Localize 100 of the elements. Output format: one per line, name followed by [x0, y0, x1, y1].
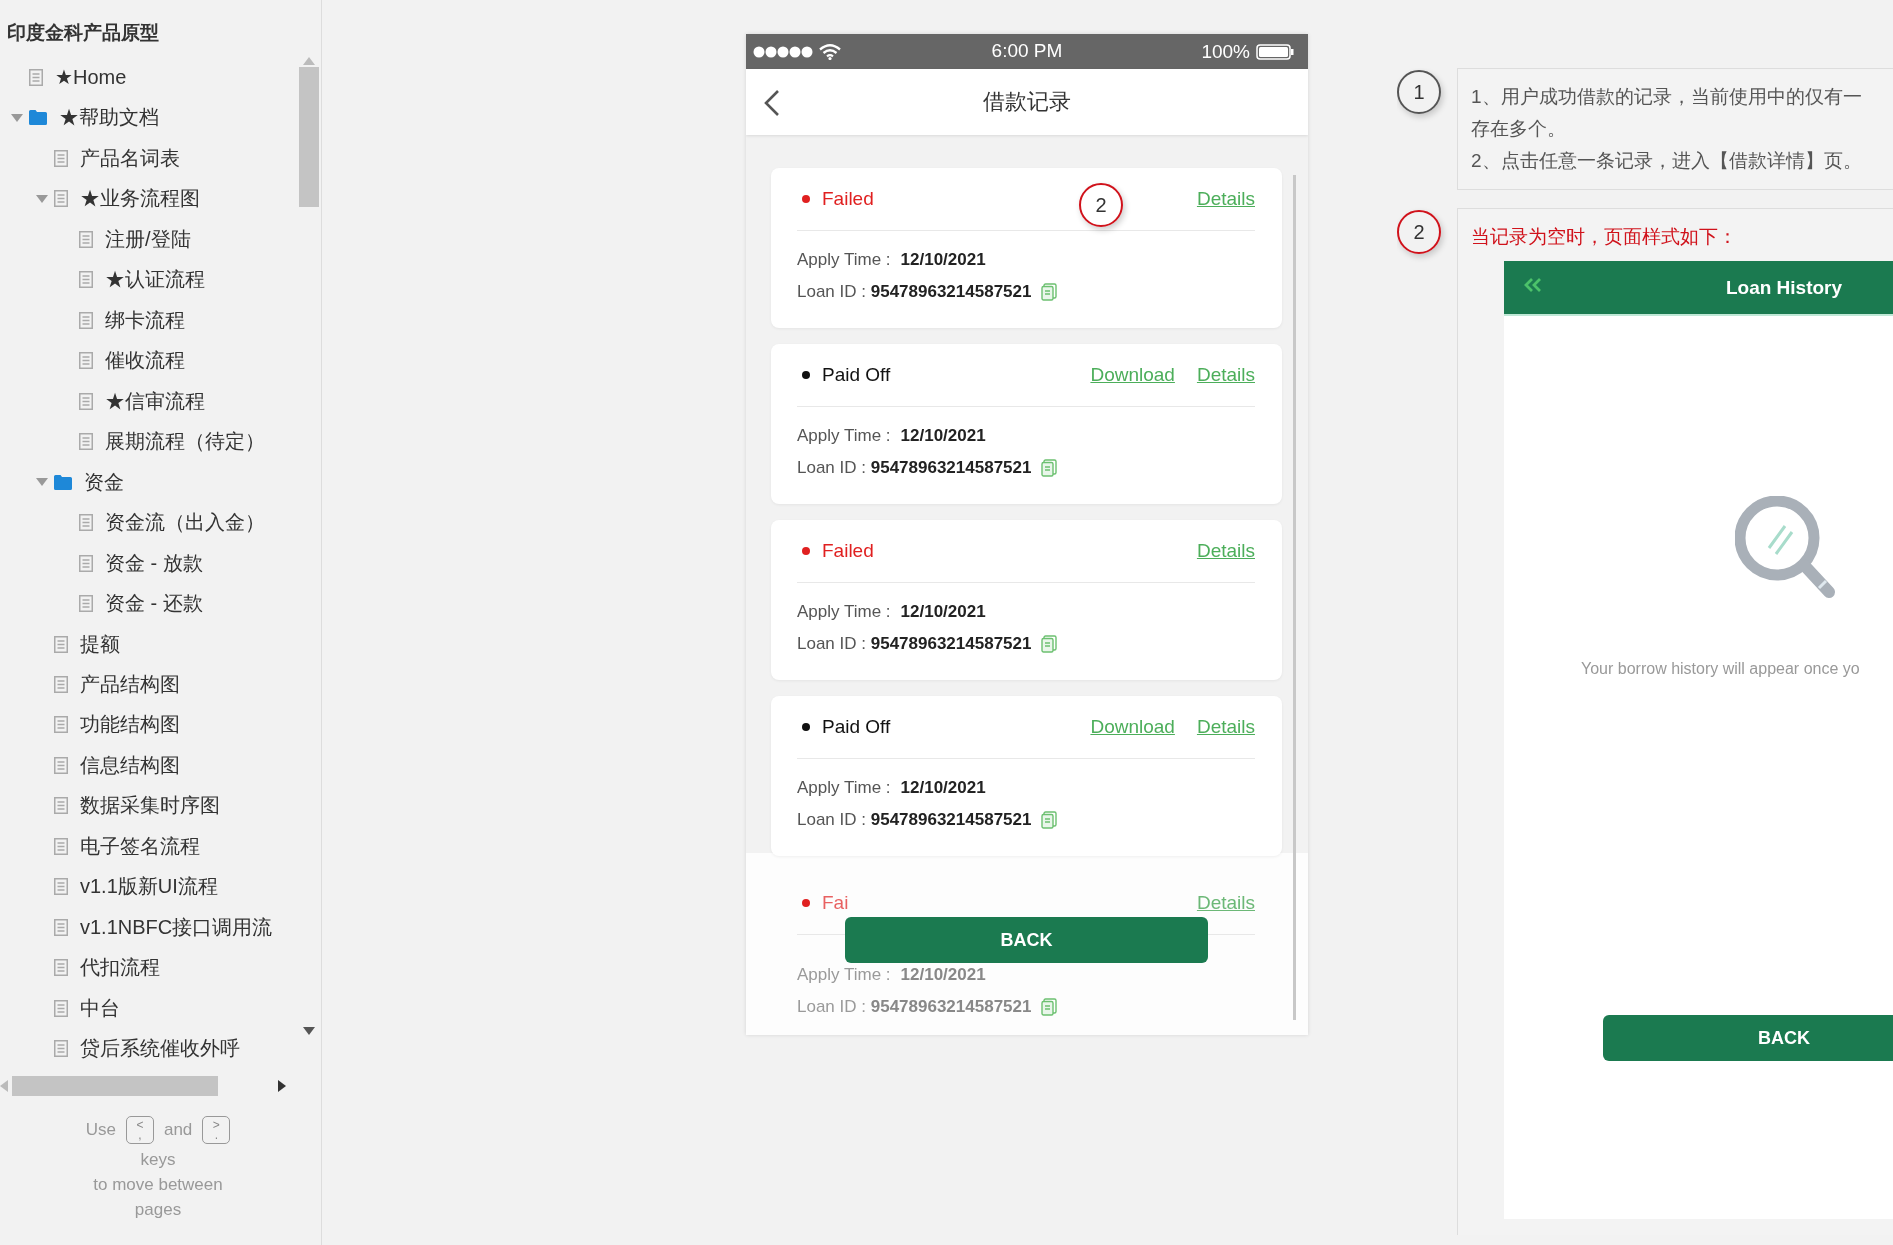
scrollbar-thumb[interactable]	[299, 67, 319, 207]
copy-icon	[1041, 283, 1058, 301]
tree-item[interactable]: 资金 - 放款	[0, 542, 203, 584]
page-icon	[79, 392, 93, 410]
apply-time: Apply Time : 12/10/2021	[797, 249, 987, 271]
tree-item[interactable]: 代扣流程	[0, 947, 160, 989]
status-label: Fai	[822, 892, 849, 914]
loan-id: Loan ID : 95478963214587521	[797, 457, 1032, 479]
tree-item[interactable]: ★帮助文档	[0, 97, 159, 138]
battery-icon	[1256, 43, 1294, 60]
page-icon	[54, 918, 68, 936]
apply-time: Apply Time : 12/10/2021	[797, 601, 987, 623]
folder-icon	[54, 474, 72, 490]
copy-icon	[1041, 459, 1058, 477]
annotation-marker: 2	[1397, 210, 1441, 254]
tree-item[interactable]: 绑卡流程	[0, 299, 185, 341]
scroll-up-icon	[303, 57, 315, 65]
help-text: and	[163, 1120, 193, 1140]
status-label: Failed	[822, 540, 874, 562]
tree-item[interactable]: 提额	[0, 623, 120, 665]
status-label: Paid Off	[822, 716, 891, 738]
apply-time: Apply Time : 12/10/2021	[797, 777, 987, 799]
page-icon	[54, 837, 68, 855]
status-label: Failed	[822, 188, 874, 210]
copy-icon	[1041, 998, 1058, 1016]
page-icon	[54, 1040, 68, 1058]
tree-item[interactable]: 资金流（出入金）	[0, 502, 265, 543]
back-button[interactable]: BACK	[1603, 1015, 1893, 1061]
copy-icon	[1041, 811, 1058, 829]
page-icon	[79, 595, 93, 613]
tree-item[interactable]: ★业务流程图	[0, 178, 200, 219]
apply-time: Apply Time : 12/10/2021	[797, 425, 987, 447]
page-icon	[54, 676, 68, 693]
clock-text: 6:00 PM	[991, 40, 1063, 62]
page-icon	[54, 716, 68, 734]
tree-item[interactable]: 中台	[0, 988, 120, 1029]
status-label: Paid Off	[822, 364, 891, 386]
help-text: Use	[85, 1120, 116, 1140]
tree-item[interactable]: 数据采集时序图	[0, 785, 220, 827]
tree-item[interactable]: 产品名词表	[0, 137, 180, 179]
note-text: 1、用户成功借款的记录，当前使用中的仅有一	[1471, 85, 1862, 109]
tree-item[interactable]: 功能结构图	[0, 704, 180, 746]
tree-item[interactable]: v1.1NBFC接口调用流	[0, 907, 273, 948]
loan-id: Loan ID : 95478963214587521	[797, 996, 1032, 1018]
back-icon[interactable]	[764, 89, 780, 117]
tree-item[interactable]: ★信审流程	[0, 380, 205, 422]
page-title: 借款记录	[983, 88, 1071, 116]
tree-item[interactable]: 注册/登陆	[0, 218, 191, 260]
tree-item[interactable]: 催收流程	[0, 340, 185, 381]
help-text: to move between	[93, 1174, 223, 1196]
scroll-left-icon	[0, 1080, 8, 1092]
tree-item[interactable]: 产品结构图	[0, 664, 180, 705]
page-icon	[54, 878, 68, 896]
tree-item[interactable]: 贷后系统催收外呼	[0, 1028, 240, 1069]
apply-time: Apply Time : 12/10/2021	[797, 964, 987, 986]
project-title: 印度金科产品原型	[7, 21, 159, 45]
back-button[interactable]: BACK	[845, 917, 1208, 963]
page-icon	[54, 190, 68, 208]
signal-icon	[753, 45, 813, 58]
page-icon	[79, 433, 93, 451]
page-icon	[54, 999, 68, 1017]
page-icon	[29, 68, 43, 86]
copy-icon	[1041, 635, 1058, 653]
page-icon	[79, 554, 93, 572]
scroll-down-icon	[303, 1027, 315, 1035]
tree-item[interactable]: ★认证流程	[0, 259, 205, 300]
wifi-icon	[819, 43, 841, 60]
page-icon	[54, 756, 68, 774]
page-icon	[79, 271, 93, 289]
page-icon	[79, 230, 93, 248]
loan-card[interactable]: Failed Details Apply Time : 12/10/2021 Loan ID : 95478963214587521	[771, 520, 1282, 680]
scrollbar-thumb[interactable]	[12, 1076, 218, 1096]
key-cap: > .	[202, 1116, 231, 1144]
key-cap: < ,	[125, 1116, 154, 1144]
loan-id: Loan ID : 95478963214587521	[797, 281, 1032, 303]
loan-id: Loan ID : 95478963214587521	[797, 633, 1032, 655]
screen-title: Loan History	[1725, 276, 1843, 299]
scroll-right-icon	[278, 1080, 286, 1092]
page-icon	[54, 797, 68, 815]
tree-item[interactable]: 信息结构图	[0, 745, 180, 786]
page-icon	[54, 959, 68, 977]
tree-item[interactable]: ★Home	[0, 57, 127, 98]
tree-item[interactable]: 资金	[0, 461, 124, 503]
page-icon	[54, 149, 68, 167]
empty-message: Your borrow history will appear once yo	[1581, 660, 1860, 678]
tree-item[interactable]: 资金 - 还款	[0, 583, 203, 624]
tree-item[interactable]: 电子签名流程	[0, 826, 200, 867]
battery-percent: 100%	[1201, 40, 1250, 63]
note-text: 存在多个。	[1471, 117, 1566, 141]
annotation-marker: 2	[1079, 183, 1123, 227]
tree-item[interactable]: 展期流程（待定）	[0, 421, 265, 462]
page-icon	[79, 514, 93, 532]
note-text: 2、点击任意一条记录，进入【借款详情】页。	[1471, 149, 1862, 173]
page-icon	[79, 352, 93, 370]
page-icon	[79, 311, 93, 329]
tree-item[interactable]: v1.1版新UI流程	[0, 866, 218, 908]
help-text: pages	[134, 1199, 182, 1221]
page-icon	[54, 635, 68, 653]
note-text: 当记录为空时，页面样式如下：	[1471, 225, 1737, 249]
folder-icon	[29, 110, 47, 126]
